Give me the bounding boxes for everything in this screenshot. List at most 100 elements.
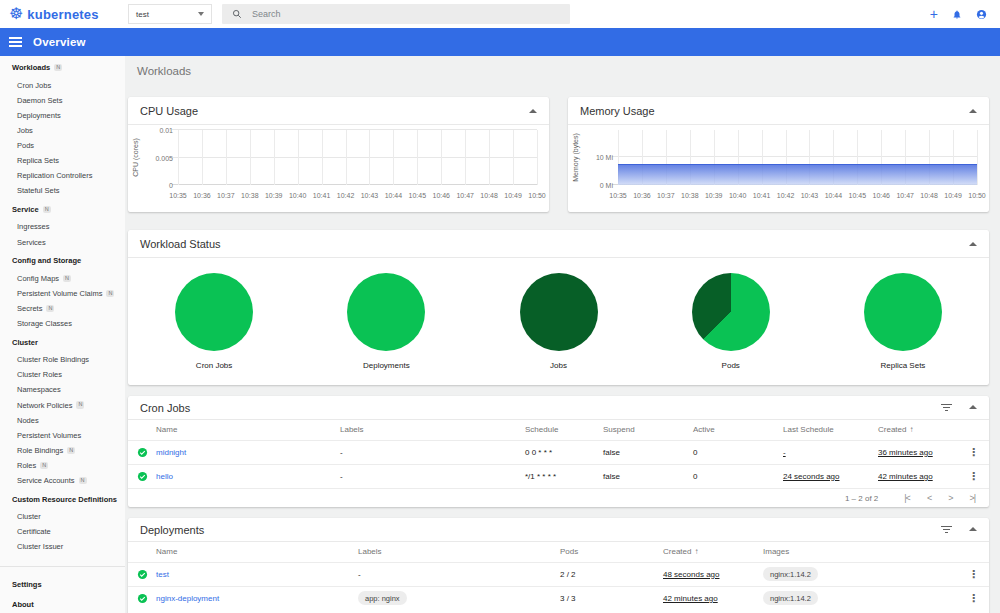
sidebar-item-network-policies[interactable]: Network PoliciesN (0, 397, 125, 412)
sidebar-item-persistent-volume-claims[interactable]: Persistent Volume ClaimsN (0, 286, 125, 301)
x-tick-label: 10:38 (681, 192, 699, 199)
first-page-icon[interactable]: |< (904, 493, 910, 503)
grid-line (298, 130, 299, 185)
sidebar-item-custom-resource-definitions[interactable]: Custom Resource Definitions (0, 492, 125, 507)
x-tick-label: 10:50 (968, 192, 986, 199)
sidebar-item-service[interactable]: ServiceN (0, 202, 125, 217)
labels-cell: - (340, 464, 525, 488)
sidebar-item-cluster[interactable]: Cluster (0, 335, 125, 350)
sidebar-item-label: Cluster (12, 338, 38, 347)
account-icon[interactable] (976, 9, 987, 20)
column-header-active[interactable]: Active (693, 420, 783, 440)
sidebar-item-jobs[interactable]: Jobs (0, 123, 125, 138)
sidebar-item-ingresses[interactable]: Ingresses (0, 219, 125, 234)
sidebar-item-nodes[interactable]: Nodes (0, 413, 125, 428)
labels-cell: app: nginx (358, 586, 560, 610)
sidebar-item-cluster[interactable]: Cluster (0, 509, 125, 524)
sidebar-item-namespaces[interactable]: Namespaces (0, 382, 125, 397)
sidebar-item-certificate[interactable]: Certificate (0, 524, 125, 539)
cron-job-name-link[interactable]: hello (156, 472, 173, 481)
column-header-schedule[interactable]: Schedule (525, 420, 603, 440)
column-header-name[interactable]: Name (156, 542, 358, 562)
sidebar-item-persistent-volumes[interactable]: Persistent Volumes (0, 428, 125, 443)
kubernetes-brand[interactable]: ☸ kubernetes (0, 6, 128, 22)
search-bar[interactable]: Search (222, 4, 570, 24)
create-resource-plus-icon[interactable]: + (930, 7, 938, 21)
sidebar-item-services[interactable]: Services (0, 235, 125, 250)
sidebar-item-workloads[interactable]: WorkloadsN (0, 60, 125, 75)
column-header-created[interactable]: Created↑ (878, 420, 958, 440)
sidebar-item-label: Config and Storage (12, 256, 81, 265)
grid-line (417, 130, 418, 185)
notifications-bell-icon[interactable] (952, 9, 962, 20)
previous-page-icon[interactable]: < (927, 493, 931, 503)
sidebar-item-label: Workloads (12, 63, 50, 72)
deployment-name-link[interactable]: test (156, 570, 169, 579)
row-menu-kebab-icon[interactable]: ⋮ (958, 562, 989, 586)
deployment-name-link[interactable]: nginx-deployment (156, 594, 219, 603)
collapse-card-icon[interactable] (969, 242, 977, 246)
sidebar-item-cluster-issuer[interactable]: Cluster Issuer (0, 539, 125, 554)
sidebar-item-label: Settings (12, 580, 42, 589)
filter-icon[interactable] (941, 526, 952, 534)
sidebar-item-label: Pods (17, 141, 34, 150)
sidebar-item-storage-classes[interactable]: Storage Classes (0, 316, 125, 331)
sidebar-item-settings[interactable]: Settings (0, 574, 125, 594)
sidebar-item-role-bindings[interactable]: Role BindingsN (0, 443, 125, 458)
column-header-images[interactable]: Images (763, 542, 958, 562)
cron-job-name-link[interactable]: midnight (156, 448, 186, 457)
x-tick-label: 10:49 (944, 192, 962, 199)
sidebar-item-config-maps[interactable]: Config MapsN (0, 271, 125, 286)
images-cell: nginx:1.14.2 (763, 562, 958, 586)
column-header-last-schedule[interactable]: Last Schedule (783, 420, 878, 440)
sidebar-item-daemon-sets[interactable]: Daemon Sets (0, 93, 125, 108)
sidebar-item-label: Nodes (17, 416, 39, 425)
row-menu-kebab-icon[interactable]: ⋮ (958, 440, 989, 464)
sidebar-item-cluster-role-bindings[interactable]: Cluster Role Bindings (0, 352, 125, 367)
sidebar-item-label: Services (17, 238, 46, 247)
sidebar-item-pods[interactable]: Pods (0, 138, 125, 153)
sidebar-item-stateful-sets[interactable]: Stateful Sets (0, 183, 125, 198)
x-tick-label: 10:44 (385, 192, 403, 199)
collapse-card-icon[interactable] (969, 405, 977, 409)
x-tick-label: 10:37 (217, 192, 235, 199)
filter-icon[interactable] (941, 404, 952, 412)
sidebar-item-about[interactable]: About (0, 594, 125, 613)
next-page-icon[interactable]: > (948, 493, 952, 503)
x-tick-label: 10:40 (289, 192, 307, 199)
workload-status-item: Cron Jobs (128, 273, 300, 370)
x-tick-label: 10:44 (825, 192, 843, 199)
sidebar-item-cron-jobs[interactable]: Cron Jobs (0, 78, 125, 93)
status-pie-label: Deployments (363, 361, 410, 370)
status-pie-replica-sets (864, 273, 942, 351)
column-header-labels[interactable]: Labels (358, 542, 560, 562)
grid-line (250, 130, 251, 185)
schedule-cell: */1 * * * * (525, 464, 603, 488)
sidebar-item-replication-controllers[interactable]: Replication Controllers (0, 168, 125, 183)
sidebar-item-roles[interactable]: RolesN (0, 458, 125, 473)
sidebar-item-config-and-storage[interactable]: Config and Storage (0, 253, 125, 268)
last-page-icon[interactable]: >| (969, 493, 975, 503)
namespaced-badge: N (76, 401, 84, 409)
sidebar-item-cluster-roles[interactable]: Cluster Roles (0, 367, 125, 382)
column-header-created[interactable]: Created↑ (663, 542, 763, 562)
menu-hamburger-icon[interactable] (9, 37, 22, 47)
collapse-card-icon[interactable] (529, 109, 537, 113)
sidebar-item-service-accounts[interactable]: Service AccountsN (0, 473, 125, 488)
sidebar-item-secrets[interactable]: SecretsN (0, 301, 125, 316)
row-menu-kebab-icon[interactable]: ⋮ (958, 586, 989, 610)
collapse-card-icon[interactable] (969, 109, 977, 113)
collapse-card-icon[interactable] (969, 527, 977, 531)
sidebar-item-label: Deployments (17, 111, 61, 120)
row-menu-kebab-icon[interactable]: ⋮ (958, 464, 989, 488)
column-header-labels[interactable]: Labels (340, 420, 525, 440)
suspend-cell: false (603, 440, 693, 464)
column-header-name[interactable]: Name (156, 420, 340, 440)
workload-status-card: Workload Status Cron JobsDeploymentsJobs… (128, 230, 989, 385)
column-header-suspend[interactable]: Suspend (603, 420, 693, 440)
namespace-select[interactable]: test (128, 4, 212, 24)
sidebar-item-replica-sets[interactable]: Replica Sets (0, 153, 125, 168)
sidebar-item-deployments[interactable]: Deployments (0, 108, 125, 123)
column-header-pods[interactable]: Pods (560, 542, 663, 562)
workload-status-item: Replica Sets (817, 273, 989, 370)
